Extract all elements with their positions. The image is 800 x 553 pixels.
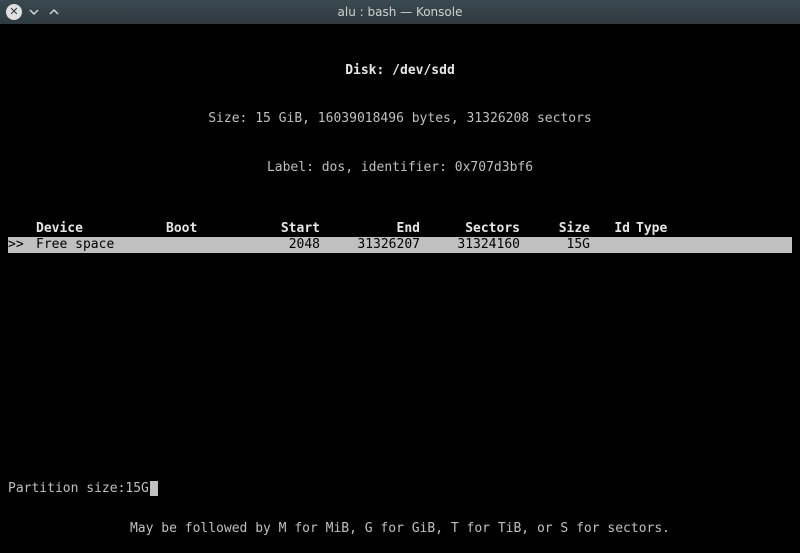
row-cursor: >> [8,237,36,253]
cell-boot [166,237,226,253]
col-id: Id [596,221,636,237]
col-size: Size [526,221,596,237]
text-cursor [150,481,158,496]
disk-size-line: Size: 15 GiB, 16039018496 bytes, 3132620… [8,111,792,127]
disk-line: Disk: /dev/sdd [8,63,792,79]
cell-size: 15G [526,237,596,253]
window-titlebar: ✕ alu : bash — Konsole [0,0,800,24]
col-type: Type [636,221,716,237]
col-sectors: Sectors [426,221,526,237]
table-row[interactable]: >> Free space 2048 31326207 31324160 15G [8,237,792,253]
minimize-icon[interactable] [26,4,42,20]
disk-header: Disk: /dev/sdd Size: 15 GiB, 16039018496… [8,30,792,209]
table-header-row: Device Boot Start End Sectors Size Id Ty… [8,221,792,237]
terminal-spacer [8,253,792,480]
cell-end: 31326207 [326,237,426,253]
col-boot: Boot [166,221,226,237]
terminal-viewport[interactable]: Disk: /dev/sdd Size: 15 GiB, 16039018496… [0,24,800,553]
col-device: Device [36,221,166,237]
col-start: Start [226,221,326,237]
cell-device: Free space [36,237,166,253]
cell-type [636,237,716,253]
prompt-label: Partition size: [8,481,125,497]
window-title: alu : bash — Konsole [0,5,800,19]
close-icon[interactable]: ✕ [6,4,22,20]
prompt-value: 15G [125,481,148,497]
footer-hint: May be followed by M for MiB, G for GiB,… [8,521,792,545]
partition-table: Device Boot Start End Sectors Size Id Ty… [8,221,792,254]
partition-size-prompt[interactable]: Partition size: 15G [8,481,792,497]
cell-start: 2048 [226,237,326,253]
cell-sectors: 31324160 [426,237,526,253]
cell-id [596,237,636,253]
maximize-icon[interactable] [46,4,62,20]
disk-label-line: Label: dos, identifier: 0x707d3bf6 [8,160,792,176]
col-cursor [8,221,36,237]
col-end: End [326,221,426,237]
window-controls: ✕ [6,4,62,20]
